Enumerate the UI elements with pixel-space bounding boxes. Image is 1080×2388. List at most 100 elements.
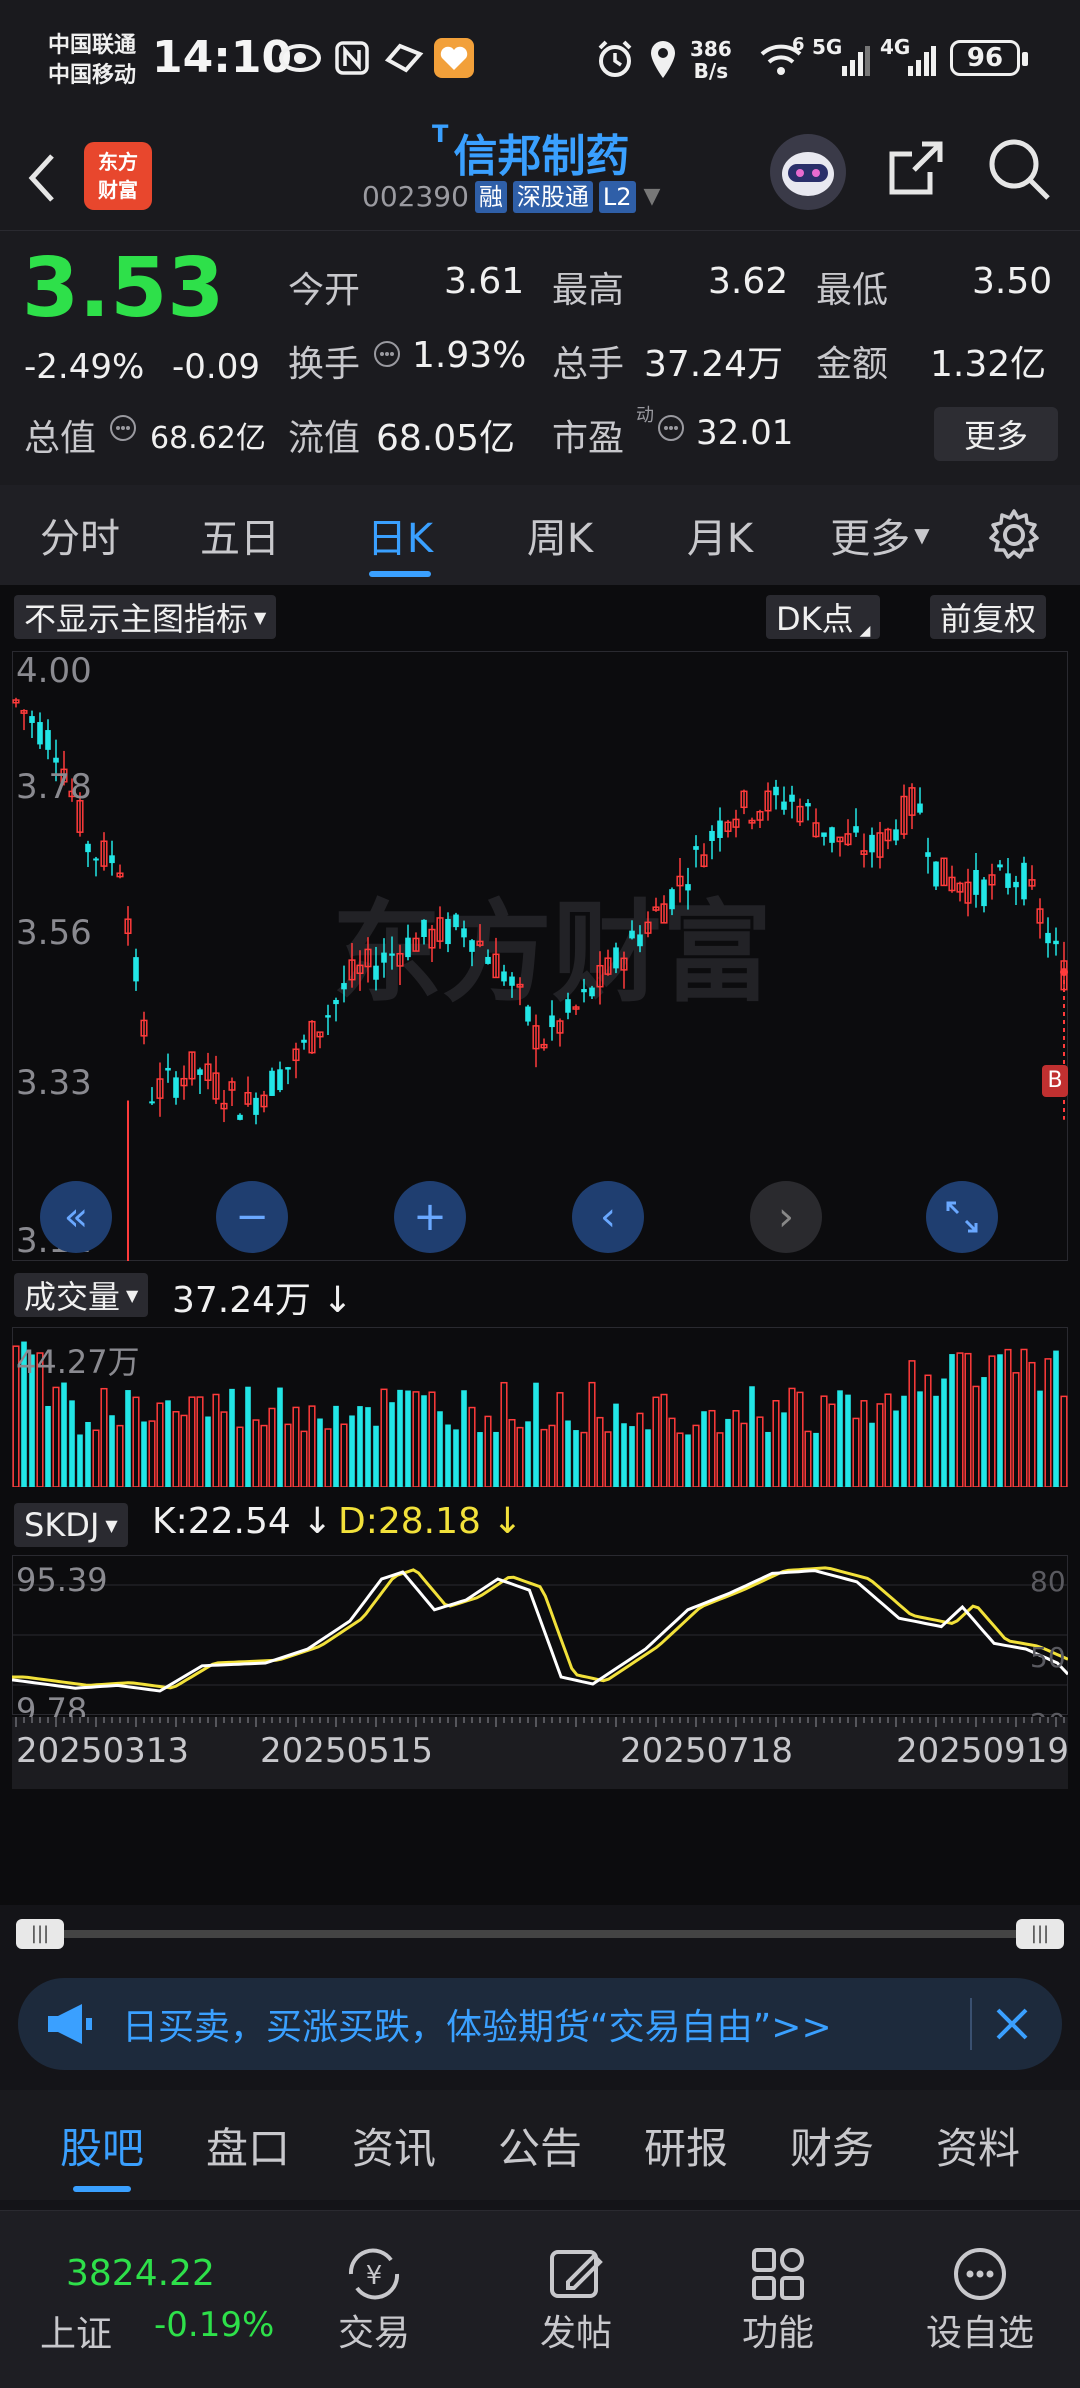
volume-bar: [405, 1390, 411, 1487]
svg-text:¥: ¥: [366, 2261, 383, 2291]
candle-body: [85, 843, 91, 853]
buy-marker[interactable]: B: [1042, 1065, 1068, 1097]
tab-more[interactable]: 更多 ▼: [800, 485, 960, 585]
volume-bar: [172, 1411, 180, 1487]
caret-down-icon: ▼: [254, 607, 267, 627]
candle-body: [381, 952, 387, 963]
volume-bar: [148, 1420, 156, 1487]
eye-icon: [278, 42, 322, 78]
candle-body: [629, 930, 635, 939]
volume-bar: [756, 1416, 764, 1487]
stock-title: T 信邦制药: [432, 120, 629, 184]
scroll-left-button[interactable]: ‹: [572, 1181, 644, 1253]
date-label-2: 20250718: [620, 1731, 794, 1771]
tab-weekly-k[interactable]: 周K: [480, 485, 640, 585]
candle-body: [997, 864, 1003, 868]
edit-icon: [550, 2250, 603, 2298]
date-axis-ticks: [15, 1717, 1065, 1727]
volume-bar: [252, 1419, 260, 1487]
candle-body: [53, 757, 59, 763]
promo-banner[interactable]: 日买卖，买涨买跌，体验期货“交易自由”>>: [18, 1978, 1062, 2070]
settings-gear-icon[interactable]: [986, 507, 1042, 567]
candle-body: [421, 919, 427, 937]
volume-bar: [828, 1403, 836, 1487]
zoom-out-button[interactable]: −: [216, 1181, 288, 1253]
volume-bar: [988, 1355, 996, 1487]
volume-bar: [580, 1431, 588, 1487]
robot-assistant-icon[interactable]: [770, 134, 846, 210]
info-icon[interactable]: [656, 413, 686, 447]
last-price-dot: [1060, 968, 1068, 977]
candle-body: [149, 1101, 155, 1104]
wifi-badge: 6: [792, 34, 805, 55]
volume-chart[interactable]: [12, 1327, 1068, 1487]
price-tick-0: 4.00: [16, 651, 92, 691]
volume-bar: [565, 1420, 571, 1487]
volume-indicator-selector[interactable]: 成交量 ▼: [14, 1273, 149, 1317]
candle-body: [165, 1067, 171, 1071]
low-label: 最低: [816, 270, 889, 311]
candle-body: [589, 987, 595, 997]
tab-forum[interactable]: 股吧: [54, 2090, 150, 2200]
candle-body: [637, 934, 643, 947]
search-icon[interactable]: [986, 136, 1052, 206]
scroll-right-button[interactable]: ›: [750, 1181, 822, 1253]
open-label: 今开: [288, 270, 361, 311]
tab-daily-k[interactable]: 日K: [320, 485, 480, 585]
zoom-in-button[interactable]: +: [394, 1181, 466, 1253]
index-ticker[interactable]: 3824.22 上证 -0.19%: [30, 2247, 290, 2367]
candle-body: [893, 829, 899, 841]
pe-label: 市盈: [552, 418, 625, 459]
candle-body: [461, 928, 467, 938]
nav-post[interactable]: 发帖: [516, 2211, 636, 2388]
candle-body: [269, 1070, 275, 1096]
price-adjust-selector[interactable]: 前复权: [930, 595, 1047, 639]
close-icon[interactable]: [990, 2002, 1034, 2050]
nav-functions[interactable]: 功能: [718, 2211, 838, 2388]
tab-news[interactable]: 资讯: [346, 2090, 442, 2200]
tab-announcements[interactable]: 公告: [492, 2090, 588, 2200]
tab-orderbook[interactable]: 盘口: [200, 2090, 296, 2200]
tag-l2: L2: [598, 180, 636, 213]
volume-bar: [540, 1428, 548, 1487]
volume-bar: [548, 1424, 556, 1487]
range-handle-left[interactable]: |||: [16, 1919, 64, 1949]
more-button[interactable]: 更多: [934, 407, 1058, 461]
tab-intraday[interactable]: 分时: [0, 485, 160, 585]
app-logo[interactable]: 东方 财富: [84, 142, 152, 210]
corner-caret-icon: ◢: [859, 623, 871, 639]
back-button[interactable]: [22, 150, 62, 210]
fullscreen-icon[interactable]: [926, 1181, 998, 1253]
volume-bar: [477, 1432, 483, 1487]
volume-bar: [373, 1425, 379, 1487]
range-handle-right[interactable]: |||: [1016, 1919, 1064, 1949]
tag-connect: 深股通: [512, 180, 593, 213]
stock-code-row[interactable]: 002390 融 深股通 L2 ▼: [362, 180, 660, 213]
main-indicator-selector[interactable]: 不显示主图指标 ▼: [14, 595, 277, 639]
share-icon[interactable]: [884, 136, 948, 204]
tab-monthly-k[interactable]: 月K: [640, 485, 800, 585]
skdj-indicator-selector[interactable]: SKDJ ▼: [14, 1503, 128, 1547]
nav-add-watchlist[interactable]: 设自选: [920, 2211, 1040, 2388]
info-icon[interactable]: [108, 413, 138, 447]
volume-bar: [229, 1388, 235, 1487]
info-icon[interactable]: [372, 339, 402, 373]
scroll-to-start-button[interactable]: «: [40, 1181, 112, 1253]
volume-bar: [837, 1390, 843, 1487]
tab-five-day[interactable]: 五日: [160, 485, 320, 585]
candlestick-chart[interactable]: 东方财富: [12, 651, 1068, 1261]
volume-bar: [1020, 1348, 1028, 1487]
mktcap-label: 总值: [24, 418, 97, 459]
dk-point-selector[interactable]: DK点 ◢: [766, 595, 881, 639]
nav-trade[interactable]: ¥ 交易: [314, 2211, 434, 2388]
volume-bar: [421, 1395, 427, 1487]
tab-profile[interactable]: 资料: [930, 2090, 1026, 2200]
skdj-chart[interactable]: [12, 1555, 1068, 1715]
volume-bar: [188, 1396, 196, 1487]
range-scrollbar-track[interactable]: [18, 1930, 1062, 1938]
candle-body: [133, 957, 139, 982]
tab-research[interactable]: 研报: [638, 2090, 734, 2200]
tab-financials[interactable]: 财务: [784, 2090, 880, 2200]
volume-bar: [116, 1424, 124, 1487]
volume-bar: [533, 1382, 539, 1487]
